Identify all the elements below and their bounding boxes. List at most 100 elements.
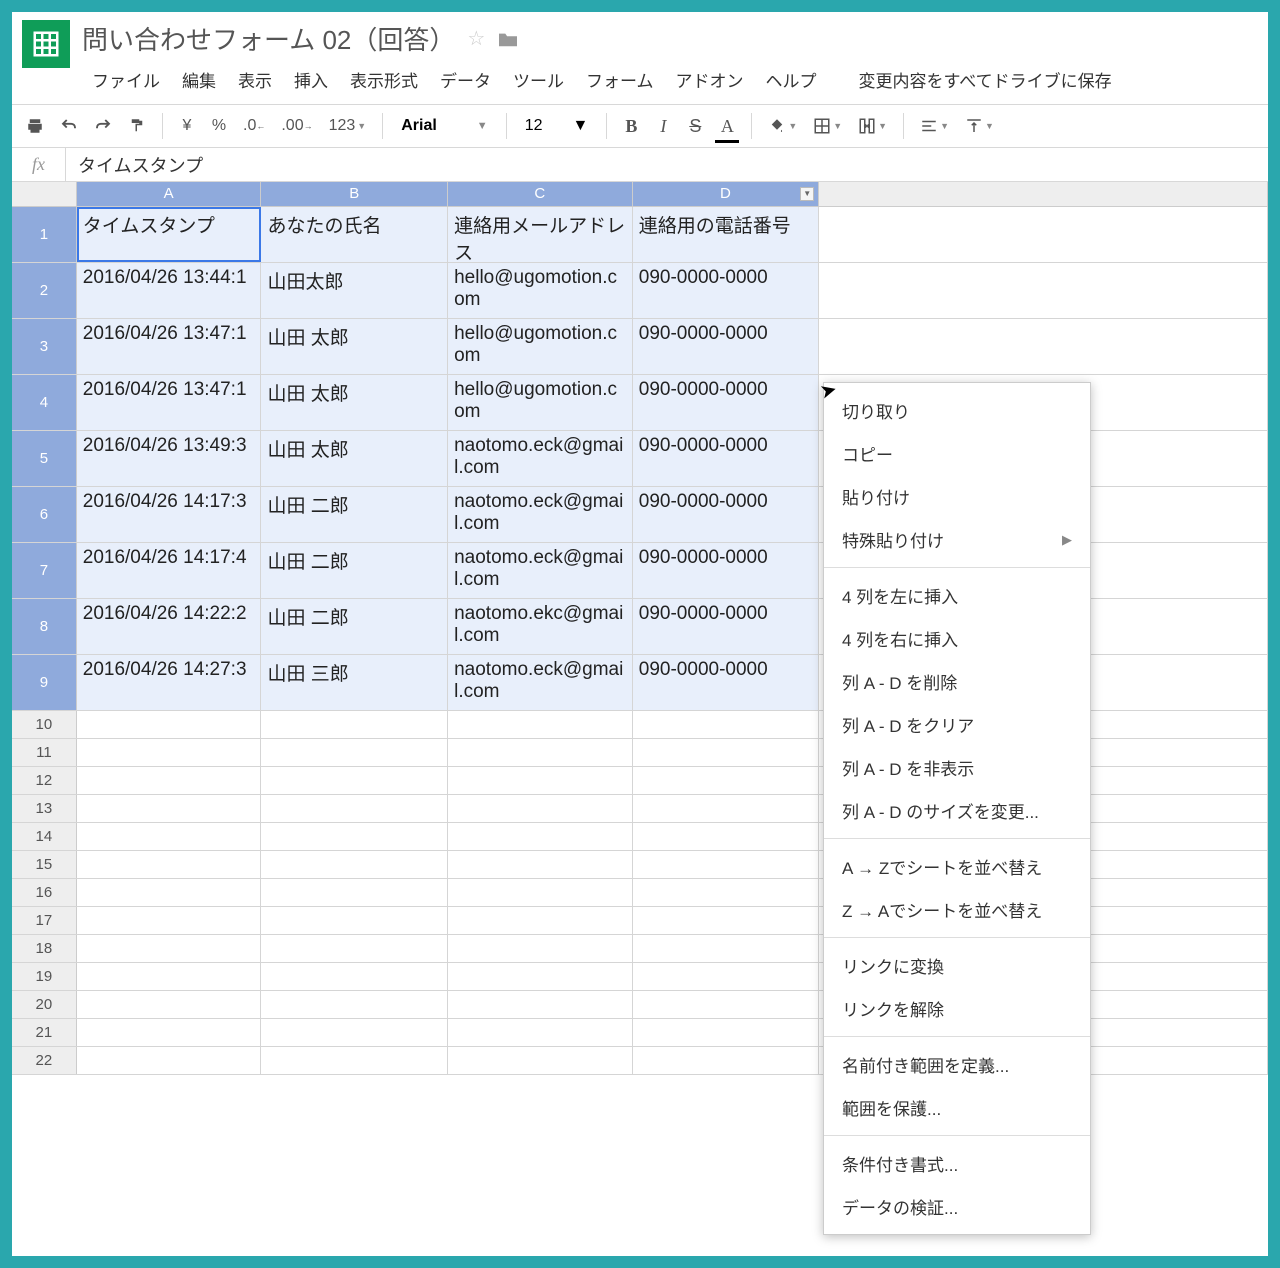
cell[interactable]: 2016/04/26 14:22:2 bbox=[77, 599, 262, 654]
font-size-select[interactable]: 12 ▼ bbox=[517, 115, 597, 137]
cell[interactable]: 山田 二郎 bbox=[261, 599, 448, 654]
cell[interactable] bbox=[261, 851, 448, 878]
context-menu-item[interactable]: リンクに変換 bbox=[824, 944, 1090, 987]
cell[interactable] bbox=[633, 991, 820, 1018]
cell[interactable]: naotomo.eck@gmail.com bbox=[448, 431, 633, 486]
cell[interactable] bbox=[448, 767, 633, 794]
undo-icon[interactable] bbox=[54, 111, 84, 141]
row-header[interactable]: 2 bbox=[12, 263, 77, 318]
horizontal-align-button[interactable]: ▼ bbox=[914, 111, 955, 141]
cell[interactable]: 2016/04/26 13:44:1 bbox=[77, 263, 262, 318]
cell[interactable] bbox=[261, 1047, 448, 1074]
increase-decimal-button[interactable]: .00→ bbox=[275, 111, 318, 141]
cell[interactable] bbox=[633, 851, 820, 878]
redo-icon[interactable] bbox=[88, 111, 118, 141]
row-header[interactable]: 13 bbox=[12, 795, 77, 822]
cell[interactable] bbox=[819, 263, 1268, 318]
merge-cells-button[interactable]: ▼ bbox=[852, 111, 893, 141]
context-menu-item[interactable]: 4 列を右に挿入 bbox=[824, 617, 1090, 660]
cell[interactable] bbox=[448, 935, 633, 962]
context-menu-item[interactable]: 名前付き範囲を定義... bbox=[824, 1043, 1090, 1086]
menu-help[interactable]: ヘルプ bbox=[756, 63, 827, 96]
column-dropdown-icon[interactable]: ▼ bbox=[800, 187, 814, 201]
cell[interactable]: 090-0000-0000 bbox=[633, 487, 820, 542]
column-header-b[interactable]: B bbox=[261, 182, 448, 206]
cell[interactable]: 2016/04/26 14:27:3 bbox=[77, 655, 262, 710]
menu-file[interactable]: ファイル bbox=[82, 63, 170, 96]
menu-edit[interactable]: 編集 bbox=[172, 63, 226, 96]
cell[interactable] bbox=[261, 879, 448, 906]
cell[interactable]: hello@ugomotion.com bbox=[448, 375, 633, 430]
row-header[interactable]: 15 bbox=[12, 851, 77, 878]
cell[interactable] bbox=[633, 1019, 820, 1046]
cell[interactable] bbox=[448, 823, 633, 850]
text-color-button[interactable]: A bbox=[713, 111, 741, 141]
row-header[interactable]: 21 bbox=[12, 1019, 77, 1046]
cell[interactable]: 090-0000-0000 bbox=[633, 319, 820, 374]
context-menu-item[interactable]: コピー bbox=[824, 432, 1090, 475]
cell[interactable]: 山田太郎 bbox=[261, 263, 448, 318]
cell[interactable]: 090-0000-0000 bbox=[633, 655, 820, 710]
formula-input[interactable] bbox=[66, 150, 1268, 179]
cell[interactable]: 山田 三郎 bbox=[261, 655, 448, 710]
percent-button[interactable]: % bbox=[205, 111, 233, 141]
cell[interactable]: 090-0000-0000 bbox=[633, 431, 820, 486]
italic-button[interactable]: I bbox=[649, 111, 677, 141]
cell[interactable] bbox=[261, 991, 448, 1018]
cell[interactable]: naotomo.eck@gmail.com bbox=[448, 655, 633, 710]
cell[interactable] bbox=[77, 907, 262, 934]
cell[interactable]: 090-0000-0000 bbox=[633, 375, 820, 430]
context-menu-item[interactable]: 貼り付け bbox=[824, 475, 1090, 518]
decrease-decimal-button[interactable]: .0← bbox=[237, 111, 271, 141]
cell[interactable] bbox=[448, 739, 633, 766]
cell[interactable] bbox=[261, 711, 448, 738]
context-menu-item[interactable]: 列 A - D をクリア bbox=[824, 703, 1090, 746]
menu-view[interactable]: 表示 bbox=[228, 63, 282, 96]
cell[interactable]: 山田 二郎 bbox=[261, 543, 448, 598]
cell[interactable]: 090-0000-0000 bbox=[633, 543, 820, 598]
cell[interactable]: あなたの氏名 bbox=[261, 207, 448, 262]
row-header[interactable]: 7 bbox=[12, 543, 77, 598]
cell[interactable] bbox=[261, 935, 448, 962]
row-header[interactable]: 3 bbox=[12, 319, 77, 374]
column-header-d[interactable]: D▼ bbox=[633, 182, 820, 206]
row-header[interactable]: 17 bbox=[12, 907, 77, 934]
column-header-c[interactable]: C bbox=[448, 182, 633, 206]
cell[interactable]: 山田 太郎 bbox=[261, 319, 448, 374]
cell[interactable] bbox=[448, 879, 633, 906]
more-formats-button[interactable]: 123▼ bbox=[323, 111, 373, 141]
row-header[interactable]: 8 bbox=[12, 599, 77, 654]
cell[interactable] bbox=[633, 935, 820, 962]
cell[interactable] bbox=[633, 767, 820, 794]
fill-color-button[interactable]: ▼ bbox=[762, 111, 803, 141]
cell[interactable] bbox=[448, 963, 633, 990]
cell[interactable] bbox=[261, 823, 448, 850]
cell[interactable] bbox=[633, 879, 820, 906]
menu-format[interactable]: 表示形式 bbox=[340, 63, 428, 96]
context-menu-item[interactable]: 範囲を保護... bbox=[824, 1086, 1090, 1129]
context-menu-item[interactable]: Z → Aでシートを並べ替え bbox=[824, 888, 1090, 931]
row-header[interactable]: 6 bbox=[12, 487, 77, 542]
row-header[interactable]: 9 bbox=[12, 655, 77, 710]
cell[interactable]: 2016/04/26 14:17:3 bbox=[77, 487, 262, 542]
cell[interactable]: タイムスタンプ bbox=[77, 207, 262, 262]
cell[interactable] bbox=[633, 823, 820, 850]
menu-tools[interactable]: ツール bbox=[503, 63, 574, 96]
cell[interactable]: 2016/04/26 13:47:1 bbox=[77, 319, 262, 374]
cell[interactable] bbox=[633, 739, 820, 766]
row-header[interactable]: 11 bbox=[12, 739, 77, 766]
row-header[interactable]: 4 bbox=[12, 375, 77, 430]
spreadsheet-grid[interactable]: A B C D▼ 1 タイムスタンプ あなたの氏名 連絡用メールアドレス 連絡用… bbox=[12, 182, 1268, 1256]
cell[interactable]: 2016/04/26 14:17:4 bbox=[77, 543, 262, 598]
cell[interactable]: hello@ugomotion.com bbox=[448, 263, 633, 318]
folder-icon[interactable] bbox=[497, 30, 519, 48]
bold-button[interactable]: B bbox=[617, 111, 645, 141]
document-title[interactable]: 問い合わせフォーム 02（回答） bbox=[82, 20, 455, 57]
cell[interactable] bbox=[448, 907, 633, 934]
row-header[interactable]: 20 bbox=[12, 991, 77, 1018]
context-menu-item[interactable]: 列 A - D を非表示 bbox=[824, 746, 1090, 789]
context-menu-item[interactable]: データの検証... bbox=[824, 1185, 1090, 1228]
menu-insert[interactable]: 挿入 bbox=[284, 63, 338, 96]
cell[interactable]: 連絡用の電話番号 bbox=[633, 207, 820, 262]
cell[interactable] bbox=[633, 711, 820, 738]
